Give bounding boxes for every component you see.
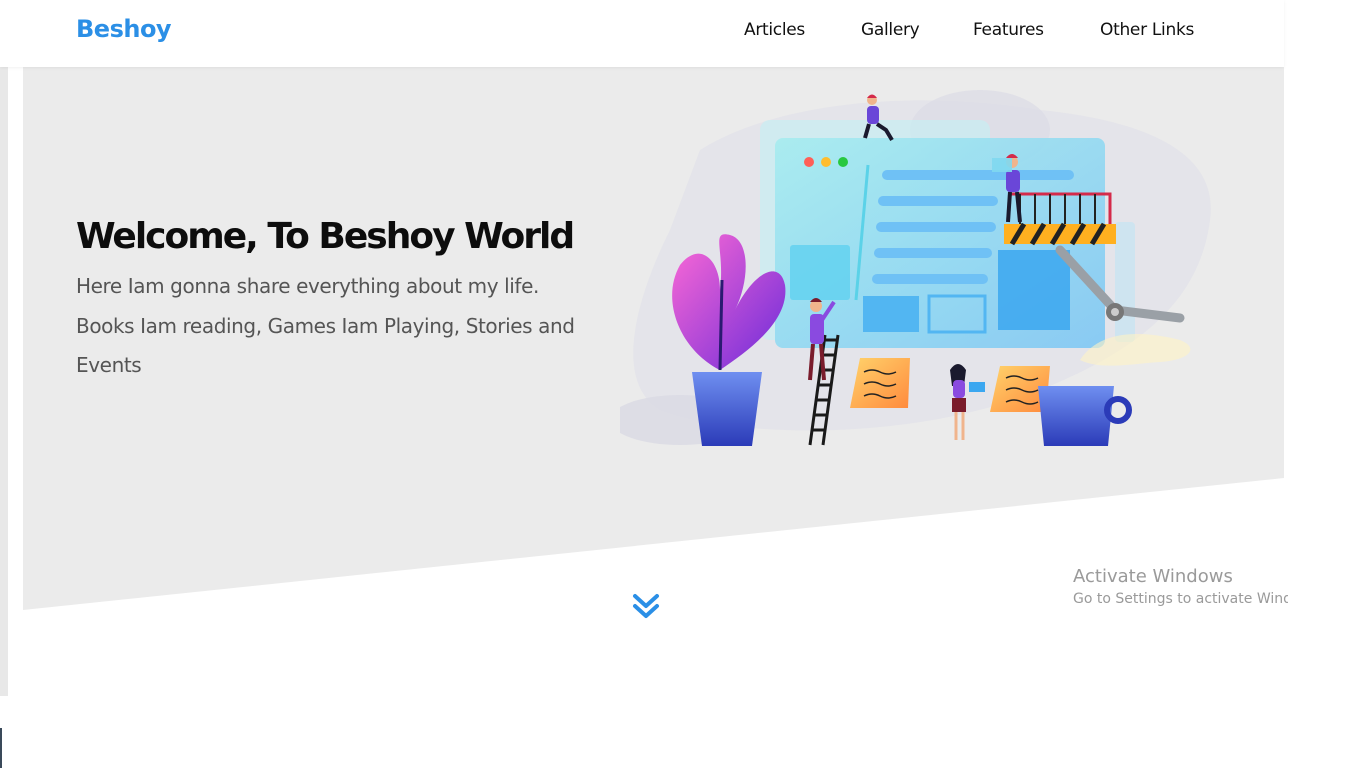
windows-activation-watermark: Activate Windows Go to Settings to activ…	[1073, 566, 1288, 607]
double-chevron-down-icon[interactable]	[630, 590, 662, 622]
navbar: Beshoy Articles Gallery Features Other L…	[0, 0, 1284, 67]
left-edge-tab	[8, 78, 22, 150]
left-edge-mark	[0, 728, 2, 768]
nav-links: Articles Gallery Features Other Links	[0, 20, 1284, 44]
nav-link-features[interactable]: Features	[973, 20, 1044, 40]
left-edge-strip	[0, 0, 8, 696]
page: Beshoy Articles Gallery Features Other L…	[0, 0, 1366, 768]
nav-link-gallery[interactable]: Gallery	[861, 20, 920, 40]
nav-link-articles[interactable]: Articles	[744, 20, 805, 40]
hero-illustration	[620, 90, 1211, 446]
hero-title: Welcome, To Beshoy World	[76, 216, 575, 257]
right-edge	[1284, 0, 1366, 768]
nav-link-other-links[interactable]: Other Links	[1100, 20, 1194, 40]
watermark-title: Activate Windows	[1073, 566, 1233, 587]
watermark-subtitle: Go to Settings to activate Windows.	[1073, 591, 1288, 607]
hero-description: Here Iam gonna share everything about my…	[76, 274, 575, 377]
